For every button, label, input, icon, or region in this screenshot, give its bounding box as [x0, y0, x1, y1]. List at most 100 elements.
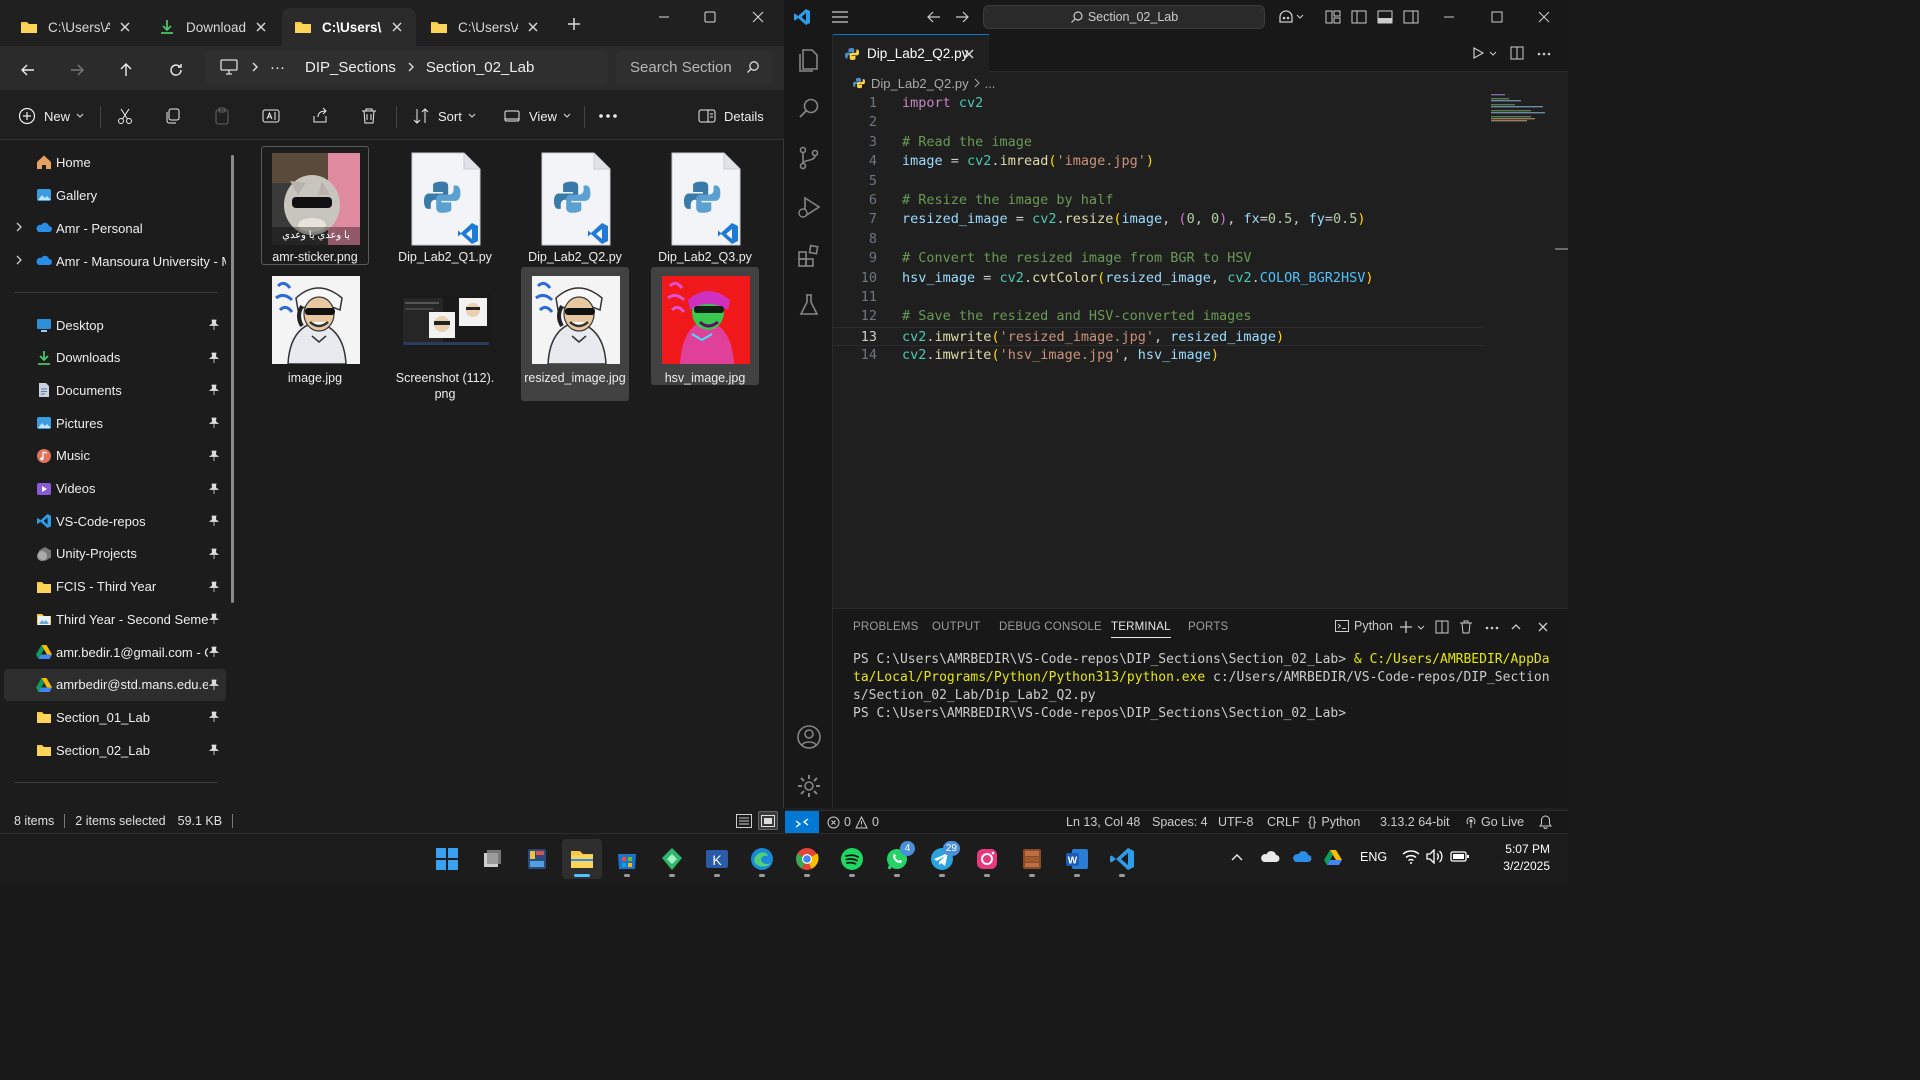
close-icon[interactable]: [1537, 621, 1549, 633]
details-view-button[interactable]: [734, 811, 754, 830]
share-button[interactable]: [311, 102, 337, 130]
remote-indicator[interactable]: [785, 811, 819, 834]
tab-ports[interactable]: PORTS: [1188, 621, 1228, 633]
close-icon[interactable]: [254, 20, 268, 34]
file-item-amr-sticker[interactable]: يا وعدي يا وعدي amr-sticker.png: [261, 146, 369, 265]
command-center[interactable]: Section_02_Lab: [983, 5, 1265, 29]
close-window-button[interactable]: [1520, 0, 1568, 34]
editor-tab-dip-lab2-q2[interactable]: Dip_Lab2_Q2.py: [833, 34, 989, 72]
code-line[interactable]: 3 # Read the image: [833, 133, 1483, 152]
source-control-icon[interactable]: [795, 144, 823, 172]
toggle-panel-icon[interactable]: [1377, 10, 1393, 24]
code-line[interactable]: 4 image = cv2.imread('image.jpg'): [833, 152, 1483, 171]
volume-icon[interactable]: [1426, 849, 1444, 864]
new-tab-button[interactable]: [566, 16, 582, 32]
breadcrumb-overflow[interactable]: ···: [270, 59, 285, 76]
menu-icon[interactable]: [831, 11, 849, 23]
new-button[interactable]: New: [18, 102, 92, 130]
settings-gear-icon[interactable]: [795, 772, 823, 800]
search-input[interactable]: Search Section: [616, 50, 772, 84]
breadcrumb-section-02-lab[interactable]: Section_02_Lab: [426, 59, 534, 76]
run-python-file-icon[interactable]: [1471, 46, 1485, 60]
taskbar-app-app-k[interactable]: K: [697, 839, 737, 879]
taskbar-app-vscode[interactable]: [1102, 839, 1142, 879]
file-item-dip-lab2-q3[interactable]: Dip_Lab2_Q3.py: [651, 146, 759, 265]
problems-indicator[interactable]: 0 0: [827, 815, 879, 829]
taskbar-app-microsoft-store[interactable]: [607, 839, 647, 879]
line-endings[interactable]: CRLF: [1267, 815, 1300, 829]
sidebar-item-vs-code-repos[interactable]: VS-Code-repos: [4, 505, 226, 537]
breadcrumb-file[interactable]: Dip_Lab2_Q2.py: [871, 76, 969, 91]
split-terminal-icon[interactable]: [1435, 620, 1449, 634]
sidebar-item-amrbedir-std-mans-edu-eg[interactable]: amrbedir@std.mans.edu.eg: [4, 668, 226, 701]
code-line[interactable]: 10 hsv_image = cv2.cvtColor(resized_image…: [833, 269, 1483, 288]
tab-problems[interactable]: PROBLEMS: [853, 621, 919, 633]
chevron-right-icon[interactable]: [14, 255, 24, 265]
account-icon[interactable]: [795, 723, 823, 751]
toggle-secondary-sidebar-icon[interactable]: [1403, 10, 1419, 24]
file-item-image-jpg[interactable]: image.jpg: [261, 267, 369, 387]
input-language[interactable]: ENG: [1360, 850, 1387, 864]
more-actions-icon[interactable]: [1537, 52, 1551, 56]
code-line[interactable]: 9 # Convert the resized image from BGR to…: [833, 249, 1483, 268]
refresh-button[interactable]: [160, 54, 192, 86]
code-line[interactable]: 1 import cv2: [833, 94, 1483, 113]
taskbar-app-winrar[interactable]: [1012, 839, 1052, 879]
file-item-resized-image[interactable]: resized_image.jpg: [521, 267, 629, 401]
system-clock[interactable]: 5:07 PM 3/2/2025: [1503, 841, 1550, 875]
view-button[interactable]: View: [503, 102, 579, 130]
paste-button[interactable]: [213, 102, 239, 130]
minimap[interactable]: [1491, 94, 1561, 124]
code-line[interactable]: 11: [833, 288, 1483, 307]
code-line[interactable]: 12 # Save the resized and HSV-converted i…: [833, 307, 1483, 326]
taskbar-app-instagram[interactable]: [967, 839, 1007, 879]
maximize-button[interactable]: [1473, 0, 1521, 34]
delete-button[interactable]: [360, 102, 386, 130]
sidebar-item-amr-mansoura[interactable]: Amr - Mansoura University - Ma: [4, 245, 226, 277]
close-icon[interactable]: [963, 48, 975, 60]
python-interpreter[interactable]: 3.13.2 64-bit: [1380, 815, 1450, 829]
file-item-hsv-image[interactable]: hsv_image.jpg: [651, 267, 759, 385]
sidebar-item-videos[interactable]: Videos: [4, 473, 226, 505]
sidebar-scrollbar[interactable]: [231, 155, 234, 603]
sidebar-item-music[interactable]: Music: [4, 440, 226, 472]
tab-output[interactable]: OUTPUT: [932, 621, 980, 633]
language-mode[interactable]: {} Python: [1308, 815, 1360, 829]
code-line[interactable]: 7 resized_image = cv2.resize(image, (0, 0…: [833, 210, 1483, 229]
taskbar-app-whatsapp[interactable]: 4: [877, 839, 917, 879]
file-item-dip-lab2-q1[interactable]: Dip_Lab2_Q1.py: [391, 146, 499, 265]
customize-layout-icon[interactable]: [1325, 10, 1341, 24]
sidebar-item-amr-personal[interactable]: Amr - Personal: [4, 212, 226, 244]
rename-button[interactable]: [262, 102, 288, 130]
onedrive-personal-icon[interactable]: [1260, 851, 1280, 863]
sidebar-item-section-01-lab[interactable]: Section_01_Lab: [4, 701, 226, 733]
minimize-button[interactable]: [1425, 0, 1473, 34]
maximize-button[interactable]: [686, 0, 734, 34]
back-button[interactable]: [12, 54, 44, 86]
copilot-icon[interactable]: [1277, 9, 1305, 25]
sidebar-item-amr-bedir-1-gmail-com-go[interactable]: amr.bedir.1@gmail.com - Go: [4, 636, 226, 668]
taskbar-app-file-explorer[interactable]: [562, 839, 602, 879]
cursor-position[interactable]: Ln 13, Col 48: [1066, 815, 1140, 829]
close-icon[interactable]: [390, 20, 404, 34]
battery-icon[interactable]: [1450, 849, 1470, 864]
arrow-right-icon[interactable]: [955, 10, 969, 24]
split-editor-icon[interactable]: [1510, 46, 1524, 60]
sidebar-item-unity-projects[interactable]: Unity-Projects: [4, 538, 226, 570]
sidebar-item-home[interactable]: Home: [4, 146, 226, 178]
chevron-right-icon[interactable]: [14, 222, 24, 232]
trash-icon[interactable]: [1459, 620, 1473, 634]
encoding[interactable]: UTF-8: [1218, 815, 1253, 829]
taskbar-app-app-green[interactable]: [652, 839, 692, 879]
address-bar[interactable]: ··· DIP_Sections Section_02_Lab: [206, 50, 608, 84]
sidebar-item-gallery[interactable]: Gallery: [4, 179, 226, 211]
terminal-profile-button[interactable]: Python: [1335, 619, 1393, 633]
code-line[interactable]: 2: [833, 113, 1483, 132]
toggle-primary-sidebar-icon[interactable]: [1351, 10, 1367, 24]
sidebar-item-documents[interactable]: Documents: [4, 374, 226, 406]
search-icon[interactable]: [795, 95, 823, 123]
explorer-tab-2[interactable]: Downloads: [146, 8, 280, 46]
indentation[interactable]: Spaces: 4: [1152, 815, 1208, 829]
extensions-icon[interactable]: [795, 242, 823, 270]
sidebar-item-section-02-lab[interactable]: Section_02_Lab: [4, 734, 226, 766]
